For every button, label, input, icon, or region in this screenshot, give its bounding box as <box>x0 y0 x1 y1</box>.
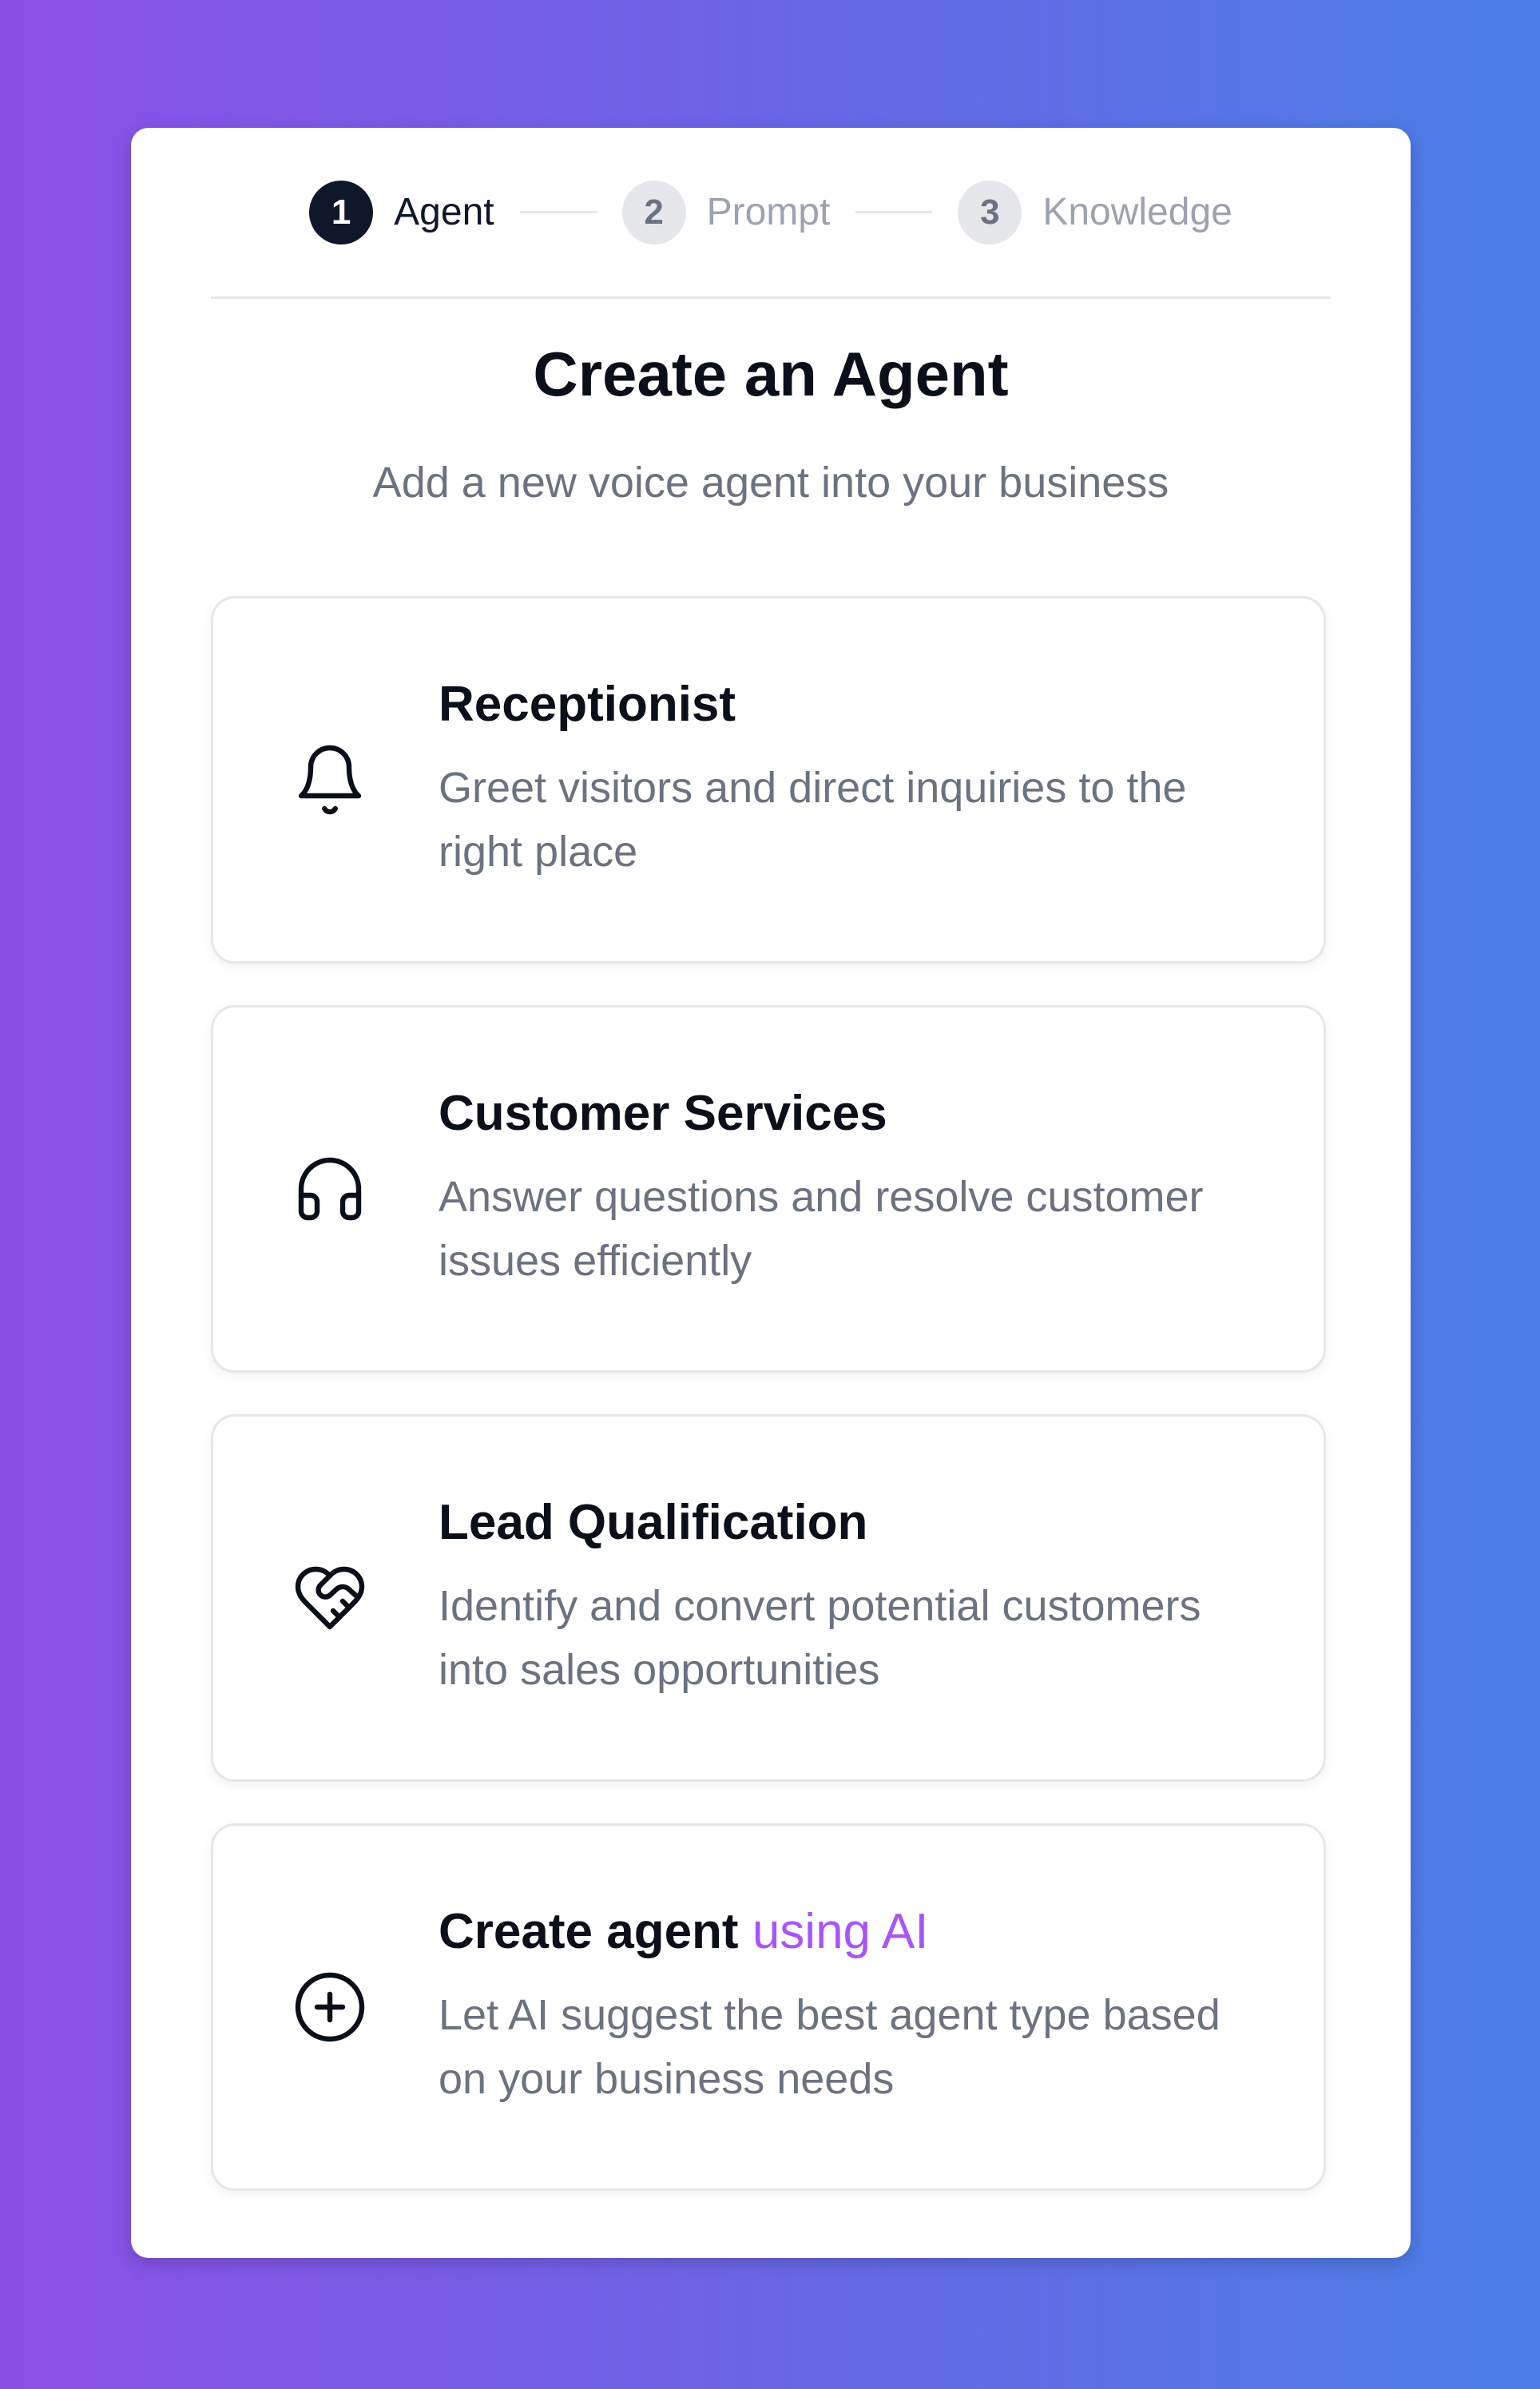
option-title: Customer Services <box>439 1085 887 1141</box>
step-connector <box>519 211 597 213</box>
step-knowledge[interactable]: 3 Knowledge <box>958 180 1232 244</box>
step-number: 3 <box>958 180 1022 244</box>
stepper: 1 Agent 2 Prompt 3 Knowledge <box>211 128 1331 299</box>
option-receptionist[interactable]: Receptionist Greet visitors and direct i… <box>211 596 1326 964</box>
step-label: Knowledge <box>1042 191 1232 233</box>
option-customer-services[interactable]: Customer Services Answer questions and r… <box>211 1005 1326 1373</box>
step-label: Prompt <box>706 191 831 233</box>
create-agent-card: 1 Agent 2 Prompt 3 Knowledge Create an A… <box>131 128 1411 2258</box>
option-create-with-ai[interactable]: Create agent using AI Let AI suggest the… <box>211 1823 1326 2191</box>
option-title-accent: using AI <box>752 1903 929 1959</box>
option-title: Lead Qualification <box>439 1494 868 1550</box>
step-number: 2 <box>621 180 686 244</box>
option-description: Answer questions and resolve customer is… <box>439 1173 1204 1286</box>
step-connector <box>855 211 933 213</box>
plus-circle-icon <box>292 1969 368 2045</box>
step-prompt[interactable]: 2 Prompt <box>621 180 831 244</box>
option-description: Identify and convert potential customers… <box>439 1582 1201 1695</box>
page-subtitle: Add a new voice agent into your business <box>372 459 1169 507</box>
option-title: Receptionist <box>439 676 736 732</box>
step-agent[interactable]: 1 Agent <box>309 180 494 244</box>
option-description: Greet visitors and direct inquiries to t… <box>439 764 1187 876</box>
option-lead-qualification[interactable]: Lead Qualification Identify and convert … <box>211 1414 1326 1782</box>
step-label: Agent <box>394 191 494 233</box>
bell-icon <box>292 741 368 818</box>
option-title: Create agent using AI <box>439 1902 1244 1962</box>
page-title: Create an Agent <box>533 339 1009 409</box>
option-description: Let AI suggest the best agent type based… <box>439 1991 1220 2104</box>
step-number: 1 <box>309 180 374 244</box>
headphones-icon <box>292 1151 368 1227</box>
heart-handshake-icon <box>292 1560 368 1636</box>
option-title-main: Create agent <box>439 1903 739 1959</box>
